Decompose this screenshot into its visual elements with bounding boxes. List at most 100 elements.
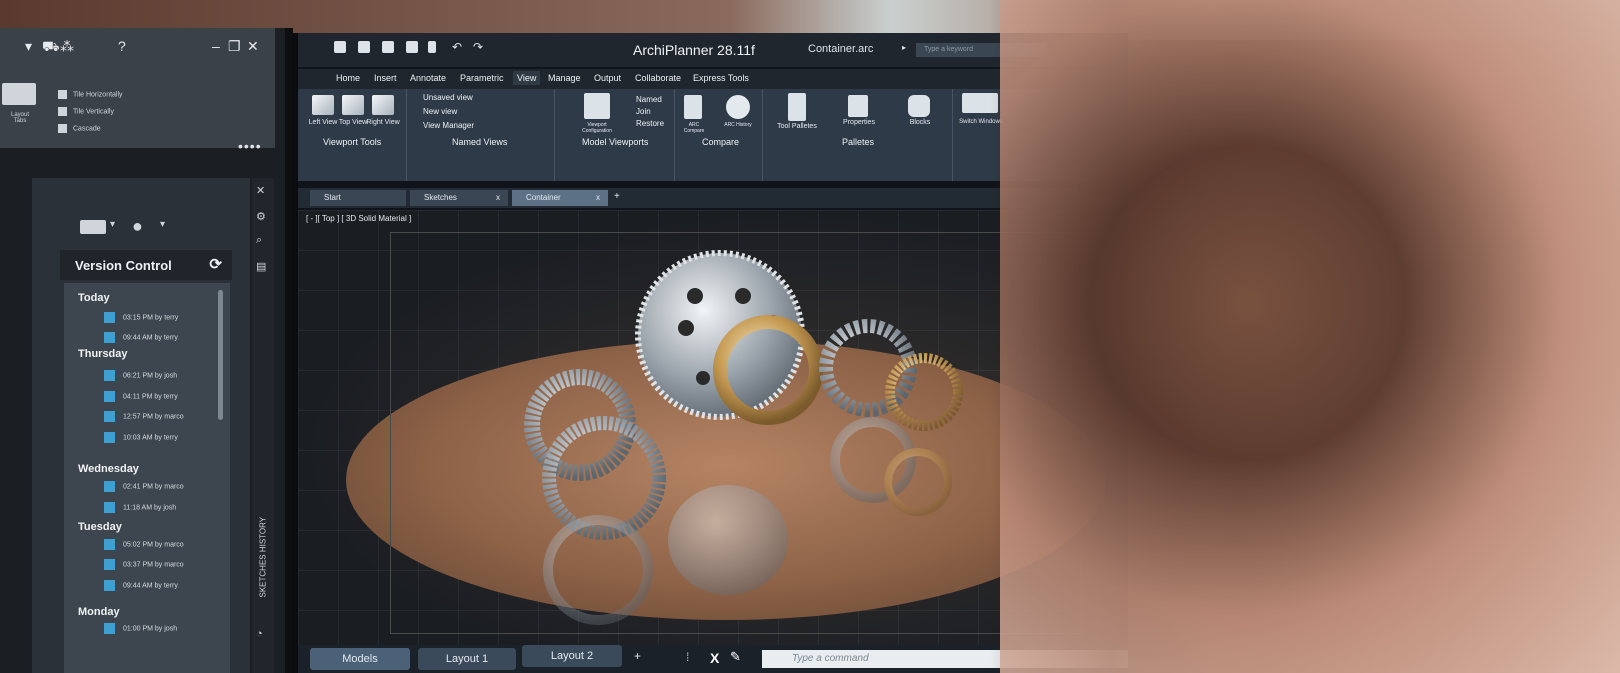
menu-view[interactable]: View bbox=[513, 71, 541, 85]
list-item[interactable]: 01:00 PM by josh bbox=[104, 623, 177, 634]
menu-manage[interactable]: Manage bbox=[548, 73, 581, 83]
file-icon bbox=[104, 370, 115, 381]
tool-palletes-button[interactable]: Tool Palletes bbox=[776, 123, 818, 130]
history-icon[interactable]: ◔ bbox=[256, 628, 263, 640]
new-view-item[interactable]: New view bbox=[423, 107, 457, 116]
menu-collaborate[interactable]: Collaborate bbox=[635, 73, 681, 83]
list-item[interactable]: 12:57 PM by marco bbox=[104, 411, 184, 422]
list-item[interactable]: 05:02 PM by marco bbox=[104, 539, 184, 550]
top-view-icon[interactable] bbox=[342, 95, 364, 115]
sketches-history-label: SKETCHES HISTORY bbox=[258, 516, 268, 598]
mobile-icon[interactable] bbox=[428, 41, 436, 53]
menu-express-tools[interactable]: Express Tools bbox=[693, 73, 749, 83]
blocks-icon[interactable] bbox=[908, 95, 930, 117]
restore-viewport-item[interactable]: Restore bbox=[636, 119, 664, 128]
caret-right-icon[interactable]: ▸ bbox=[902, 43, 906, 52]
list-item[interactable]: 03:15 PM by terry bbox=[104, 312, 178, 323]
list-item[interactable]: 03:37 PM by marco bbox=[104, 559, 184, 570]
tab-start[interactable]: Start bbox=[310, 190, 406, 206]
arc-compare-button[interactable]: ARC Compare bbox=[678, 122, 710, 134]
redo-icon[interactable]: ↷ bbox=[473, 40, 483, 54]
save-icon[interactable] bbox=[382, 41, 394, 53]
open-folder-icon[interactable] bbox=[358, 41, 370, 53]
menu-home[interactable]: Home bbox=[336, 73, 360, 83]
folder-icon[interactable] bbox=[80, 220, 106, 234]
cascade-button[interactable]: Cascade bbox=[58, 124, 101, 133]
dropdown-icon[interactable]: ▾ bbox=[25, 38, 32, 55]
right-view-icon[interactable] bbox=[372, 95, 394, 115]
list-item[interactable]: 11:18 AM by josh bbox=[104, 502, 176, 513]
viewport-configuration-button[interactable]: Viewport Configuration bbox=[572, 122, 622, 134]
help-icon[interactable]: ? bbox=[118, 38, 126, 54]
menu-annotate[interactable]: Annotate bbox=[410, 73, 446, 83]
file-icon bbox=[104, 481, 115, 492]
tab-layout-2[interactable]: Layout 2 bbox=[522, 645, 622, 667]
gear-icon[interactable]: ⚙ bbox=[256, 210, 266, 223]
maximize-icon[interactable]: ❐ bbox=[228, 38, 241, 55]
refresh-icon[interactable]: ⟳ bbox=[209, 255, 222, 273]
share-icon[interactable]: ⁂ bbox=[60, 38, 74, 55]
user-chevron-icon[interactable]: ▾ bbox=[160, 219, 165, 230]
tile-horizontally-button[interactable]: Tile Horizontally bbox=[58, 90, 123, 99]
viewport-label[interactable]: [ - ][ Top ] [ 3D Solid Material ] bbox=[306, 214, 411, 223]
arc-history-button[interactable]: ARC History bbox=[722, 122, 754, 128]
properties-button[interactable]: Properties bbox=[834, 119, 884, 126]
layers-icon[interactable]: ▤ bbox=[256, 260, 266, 273]
list-item[interactable]: 02:41 PM by marco bbox=[104, 481, 184, 492]
menu-insert[interactable]: Insert bbox=[374, 73, 397, 83]
viewport-tools-label: Viewport Tools bbox=[323, 137, 382, 147]
list-item[interactable]: 04:11 PM by terry bbox=[104, 391, 178, 402]
panel-close-icon[interactable]: ✕ bbox=[256, 184, 265, 197]
right-view-button[interactable]: Right View bbox=[366, 119, 400, 126]
compare-section: ARC Compare ARC History Compare bbox=[674, 89, 763, 181]
add-tab-icon[interactable]: + bbox=[614, 191, 620, 202]
list-item[interactable]: 09:44 AM by terry bbox=[104, 332, 178, 343]
new-file-icon[interactable] bbox=[334, 41, 346, 53]
more-options-icon[interactable]: •••• bbox=[238, 138, 262, 154]
properties-icon[interactable] bbox=[848, 95, 868, 117]
minimize-icon[interactable]: – bbox=[212, 38, 220, 54]
close-tab-icon[interactable]: x bbox=[596, 190, 600, 206]
view-manager-item[interactable]: View Manager bbox=[423, 121, 474, 130]
top-view-button[interactable]: Top View bbox=[336, 119, 370, 126]
tab-layout-1[interactable]: Layout 1 bbox=[418, 648, 516, 670]
viewport-configuration-icon[interactable] bbox=[584, 93, 610, 119]
unsaved-view-item[interactable]: Unsaved view bbox=[423, 93, 473, 102]
version-list-scrollbar[interactable] bbox=[218, 290, 223, 420]
wrench-icon[interactable]: ✎ bbox=[730, 649, 741, 665]
add-layout-icon[interactable]: + bbox=[634, 649, 641, 663]
reflections bbox=[543, 417, 952, 625]
cart-icon[interactable]: ⛟ bbox=[42, 38, 60, 57]
search-icon[interactable]: ⌕ bbox=[256, 234, 262, 247]
tile-vertically-button[interactable]: Tile Vertically bbox=[58, 107, 114, 116]
tab-models[interactable]: Models bbox=[310, 648, 410, 670]
close-tab-icon[interactable]: x bbox=[496, 190, 500, 206]
version-list[interactable]: Today 03:15 PM by terry 09:44 AM by terr… bbox=[64, 283, 230, 673]
list-item[interactable]: 06:21 PM by josh bbox=[104, 370, 177, 381]
cancel-command-icon[interactable]: X bbox=[710, 650, 719, 666]
list-item[interactable]: 09:44 AM by terry bbox=[104, 580, 178, 591]
drag-handle-icon[interactable]: ⁞ bbox=[686, 650, 689, 664]
chevron-down-icon[interactable]: ▾ bbox=[110, 219, 115, 230]
menu-parametric[interactable]: Parametric bbox=[460, 73, 504, 83]
print-icon[interactable] bbox=[406, 41, 418, 53]
close-icon[interactable]: ✕ bbox=[247, 38, 259, 55]
left-view-icon[interactable] bbox=[312, 95, 334, 115]
file-icon bbox=[104, 312, 115, 323]
undo-icon[interactable]: ↶ bbox=[452, 40, 462, 54]
blocks-button[interactable]: Blocks bbox=[900, 119, 940, 126]
tab-sketches[interactable]: Sketches x bbox=[410, 190, 508, 206]
tool-palletes-icon[interactable] bbox=[788, 93, 806, 121]
arc-compare-icon[interactable] bbox=[684, 95, 702, 119]
tab-container[interactable]: Container x bbox=[512, 190, 608, 206]
menu-output[interactable]: Output bbox=[594, 73, 621, 83]
layout-tabs-icon[interactable] bbox=[2, 83, 36, 105]
palletes-section: Tool Palletes Properties Blocks Palletes bbox=[762, 89, 953, 181]
clock-icon[interactable] bbox=[726, 95, 750, 119]
list-item[interactable]: 10:03 AM by terry bbox=[104, 432, 178, 443]
left-view-button[interactable]: Left View bbox=[306, 119, 340, 126]
named-viewport-item[interactable]: Named bbox=[636, 95, 662, 104]
user-icon[interactable]: ● bbox=[132, 216, 143, 237]
join-viewport-item[interactable]: Join bbox=[636, 107, 651, 116]
panel-toolbar: ▾ ● ▾ bbox=[80, 216, 200, 240]
